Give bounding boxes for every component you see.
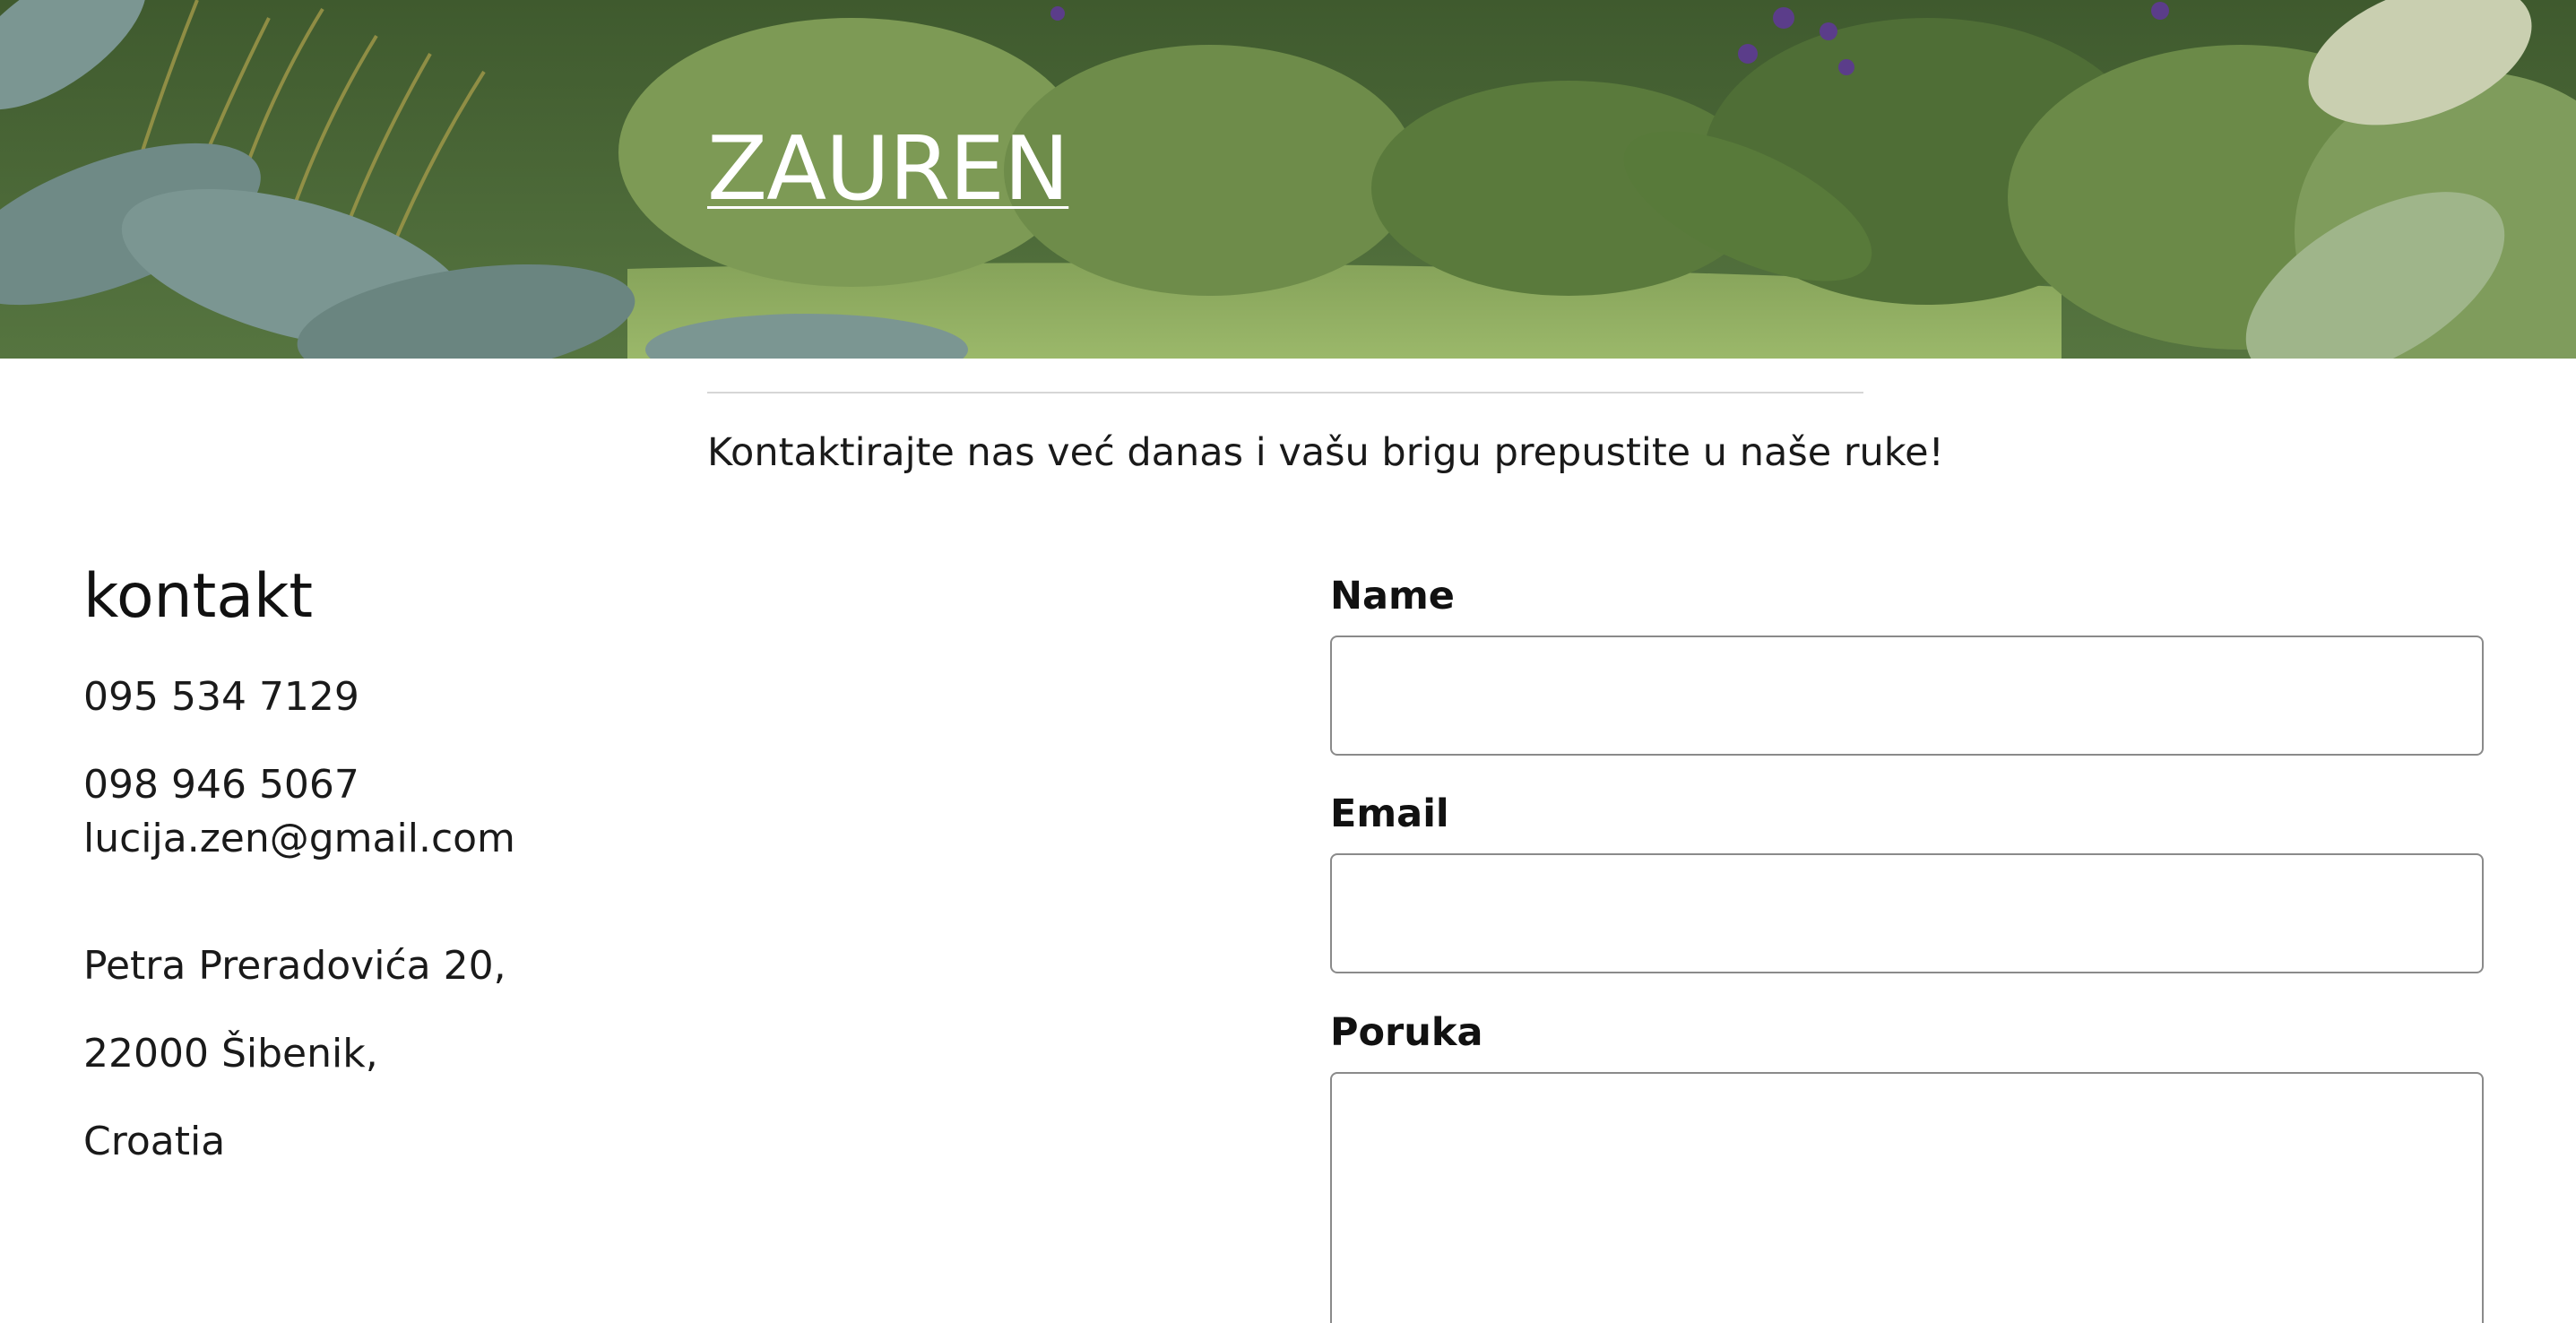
message-label: Poruka — [1330, 1010, 1483, 1055]
contact-heading: kontakt — [83, 561, 314, 632]
hero-banner: ZAUREN — [0, 0, 2576, 359]
email-address: lucija.zen@gmail.com — [83, 816, 515, 861]
address-country: Croatia — [83, 1119, 226, 1164]
site-logo-link[interactable]: ZAUREN — [707, 125, 1069, 213]
email-input[interactable] — [1330, 853, 2484, 973]
name-label: Name — [1330, 574, 1455, 618]
contact-info: kontakt 095 534 7129 098 946 5067 lucija… — [83, 561, 1159, 1165]
name-input[interactable] — [1330, 636, 2484, 756]
email-label: Email — [1330, 791, 1449, 836]
section-divider — [707, 392, 1863, 393]
phone-number-2: 098 946 5067 — [83, 762, 359, 808]
contact-page: ZAUREN Kontaktirajte nas već danas i vaš… — [0, 0, 2576, 1323]
message-textarea[interactable] — [1330, 1072, 2484, 1323]
address-city: 22000 Šibenik, — [83, 1031, 378, 1077]
garden-background-image — [0, 0, 2576, 359]
tagline: Kontaktirajte nas već danas i vašu brigu… — [707, 430, 1944, 475]
phone-number-1: 095 534 7129 — [83, 674, 359, 720]
address-street: Petra Preradovića 20, — [83, 943, 506, 989]
